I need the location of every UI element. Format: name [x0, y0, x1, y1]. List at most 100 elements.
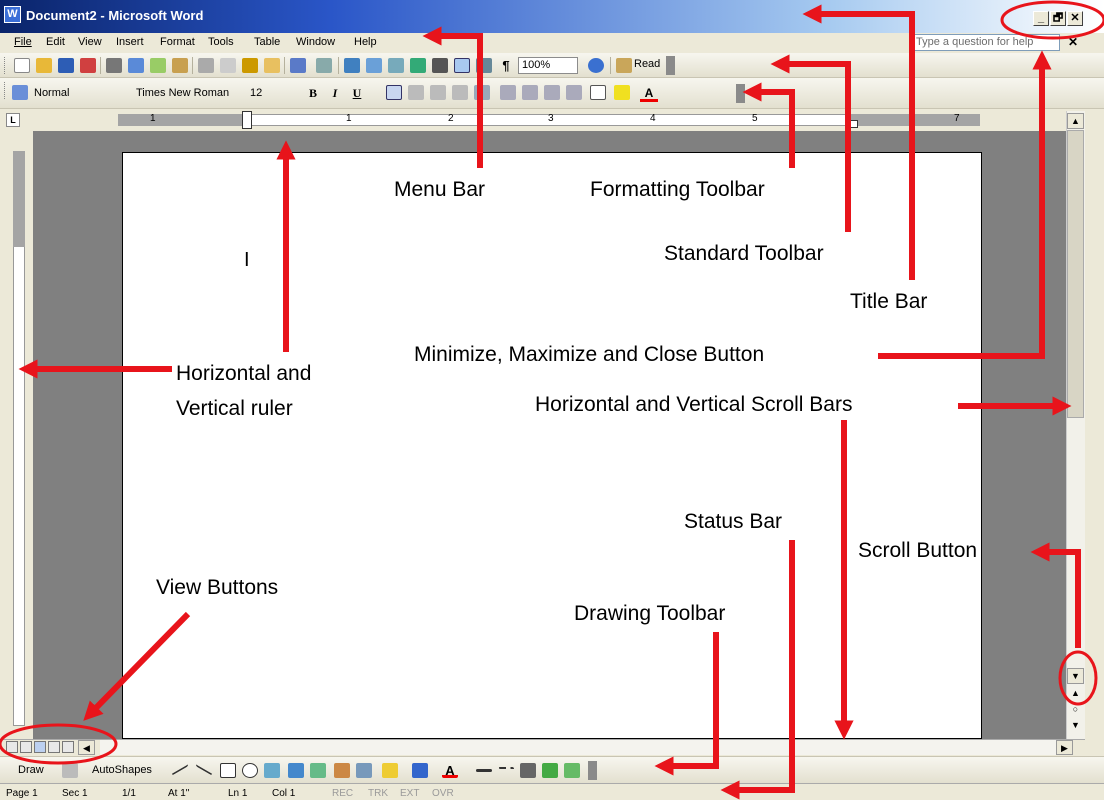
numbering-icon[interactable] [500, 85, 516, 100]
scroll-down-button[interactable]: ▼ [1067, 668, 1084, 684]
print-layout-view-icon[interactable] [34, 741, 46, 753]
borders-icon[interactable] [590, 85, 606, 100]
status-ext[interactable]: EXT [400, 788, 419, 799]
paste-icon[interactable] [242, 58, 258, 73]
zoom-combo[interactable]: 100% [518, 57, 578, 74]
toolbar-grip[interactable] [4, 82, 7, 99]
insert-excel-icon[interactable] [410, 58, 426, 73]
clip-art-icon[interactable] [334, 763, 350, 778]
tables-borders-icon[interactable] [366, 58, 382, 73]
menu-insert[interactable]: Insert [116, 36, 144, 48]
permission-icon[interactable] [80, 58, 96, 73]
justify-icon[interactable] [452, 85, 468, 100]
rectangle-icon[interactable] [220, 763, 236, 778]
vertical-ruler[interactable] [0, 131, 33, 739]
scroll-right-button[interactable]: ▶ [1056, 740, 1073, 755]
menu-file[interactable]: File [14, 36, 32, 48]
tab-selector-icon[interactable]: L [6, 113, 20, 127]
new-document-icon[interactable] [14, 58, 30, 73]
align-left-icon[interactable] [386, 85, 402, 100]
redo-icon[interactable] [316, 58, 332, 73]
indent-marker[interactable] [242, 111, 252, 129]
line-spacing-icon[interactable] [474, 85, 490, 100]
research-icon[interactable] [172, 58, 188, 73]
toolbar-options-chevron-icon[interactable] [588, 761, 597, 780]
horizontal-scroll-track[interactable] [100, 740, 1056, 755]
font-color-button[interactable]: A [640, 85, 658, 102]
columns-icon[interactable] [432, 58, 448, 73]
vertical-scroll-thumb[interactable] [1067, 130, 1084, 418]
select-objects-icon[interactable] [62, 763, 78, 778]
minimize-button[interactable]: _ [1033, 11, 1049, 26]
outline-view-icon[interactable] [48, 741, 60, 753]
insert-table-icon[interactable] [388, 58, 404, 73]
align-right-icon[interactable] [430, 85, 446, 100]
menu-format[interactable]: Format [160, 36, 195, 48]
font-size-combo[interactable]: 12 [246, 85, 286, 102]
autoshapes-button[interactable]: AutoShapes [92, 764, 152, 776]
menu-table[interactable]: Table [254, 36, 280, 48]
menu-tools[interactable]: Tools [208, 36, 234, 48]
scroll-left-button[interactable]: ◀ [78, 740, 95, 755]
print-preview-icon[interactable] [128, 58, 144, 73]
close-button[interactable]: ✕ [1067, 11, 1083, 26]
toolbar-grip[interactable] [4, 57, 7, 74]
web-layout-view-icon[interactable] [20, 741, 32, 753]
word-app-icon[interactable]: W [4, 6, 21, 23]
drawing-icon[interactable] [454, 58, 470, 73]
status-ovr[interactable]: OVR [432, 788, 454, 799]
align-center-icon[interactable] [408, 85, 424, 100]
underline-button[interactable]: U [348, 85, 366, 102]
document-map-icon[interactable] [476, 58, 492, 73]
font-color-icon[interactable]: A [442, 763, 458, 778]
arrow-style-icon[interactable] [520, 763, 536, 778]
read-button-label[interactable]: Read [634, 58, 660, 70]
menu-view[interactable]: View [78, 36, 102, 48]
text-box-icon[interactable] [264, 763, 280, 778]
ask-a-question-input[interactable]: Type a question for help [912, 34, 1060, 51]
spelling-icon[interactable] [150, 58, 166, 73]
reading-layout-view-icon[interactable] [62, 741, 74, 753]
document-page[interactable] [122, 152, 982, 739]
increase-indent-icon[interactable] [566, 85, 582, 100]
dash-style-icon[interactable] [498, 767, 514, 775]
right-indent-marker[interactable] [848, 120, 858, 128]
select-browse-object-icon[interactable]: ○ [1067, 702, 1084, 718]
line-color-icon[interactable] [412, 763, 428, 778]
status-trk[interactable]: TRK [368, 788, 388, 799]
styles-formatting-icon[interactable] [12, 85, 28, 100]
print-icon[interactable] [106, 58, 122, 73]
scroll-up-button[interactable]: ▲ [1067, 113, 1084, 129]
hyperlink-icon[interactable] [344, 58, 360, 73]
copy-icon[interactable] [220, 58, 236, 73]
open-folder-icon[interactable] [36, 58, 52, 73]
oval-icon[interactable] [242, 763, 258, 778]
line-style-icon[interactable] [476, 769, 492, 772]
close-document-icon[interactable]: ✕ [1068, 35, 1078, 49]
menu-help[interactable]: Help [354, 36, 377, 48]
bold-button[interactable]: B [304, 85, 322, 102]
undo-icon[interactable] [290, 58, 306, 73]
toolbar-options-chevron-icon[interactable] [666, 56, 675, 75]
diagram-icon[interactable] [310, 763, 326, 778]
font-combo[interactable]: Times New Roman [132, 85, 240, 102]
format-painter-icon[interactable] [264, 58, 280, 73]
next-page-icon[interactable]: ▼ [1067, 718, 1084, 734]
save-icon[interactable] [58, 58, 74, 73]
3d-style-icon[interactable] [564, 763, 580, 778]
insert-picture-icon[interactable] [356, 763, 372, 778]
help-icon[interactable] [588, 58, 604, 73]
arrow-icon[interactable] [196, 758, 212, 776]
status-rec[interactable]: REC [332, 788, 353, 799]
show-hide-pilcrow-icon[interactable]: ¶ [498, 58, 514, 73]
cut-icon[interactable] [198, 58, 214, 73]
shadow-style-icon[interactable] [542, 763, 558, 778]
italic-button[interactable]: I [326, 85, 344, 102]
highlight-icon[interactable] [614, 85, 630, 100]
read-icon[interactable] [616, 58, 632, 73]
wordart-icon[interactable] [288, 763, 304, 778]
previous-page-icon[interactable]: ▲ [1067, 686, 1084, 702]
normal-view-icon[interactable] [6, 741, 18, 753]
menu-window[interactable]: Window [296, 36, 335, 48]
fill-color-icon[interactable] [382, 763, 398, 778]
